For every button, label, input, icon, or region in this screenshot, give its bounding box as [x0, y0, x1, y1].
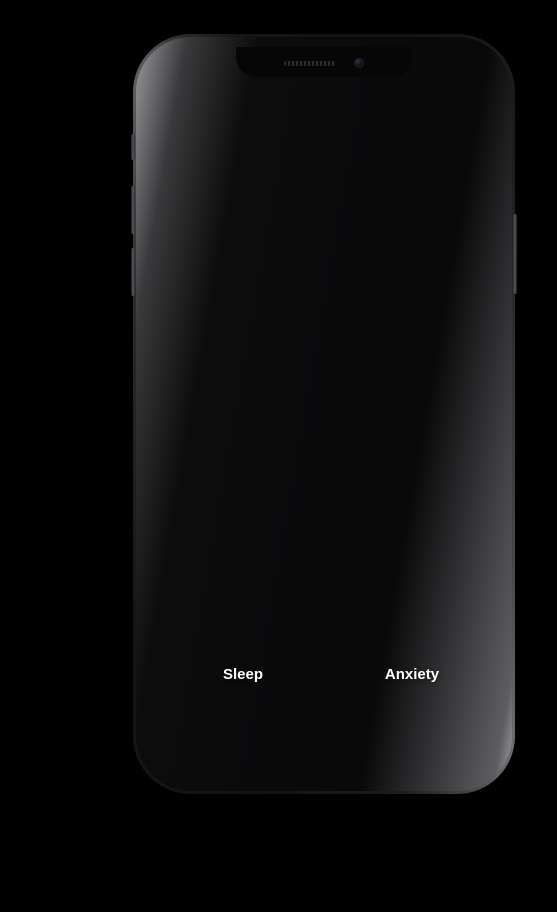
graduation-cap-icon [273, 256, 295, 276]
phone-screen: Good Morning Meditation Life Coaching St… [146, 47, 502, 781]
preview-badge[interactable]: i Preview [392, 377, 450, 390]
today-card-dream-sleep[interactable]: i Preview Story Dream Sleep with Yoga Ni… [164, 365, 464, 562]
greeting-text: Good Morning [269, 203, 379, 222]
app-root: Good Morning Meditation Life Coaching St… [146, 47, 502, 781]
gradient-ring-logo-icon [271, 99, 377, 205]
screen-bottom-fade [146, 771, 502, 781]
section-title-today: Today [164, 339, 198, 353]
preview-label: Preview [410, 377, 450, 390]
screenshot-stage: Good Morning Meditation Life Coaching St… [0, 0, 557, 912]
front-camera-icon [354, 58, 364, 68]
power-button[interactable] [513, 214, 517, 294]
topic-label: Anxiety [384, 666, 440, 683]
category-label: Stories [352, 282, 382, 294]
author-role: Sleep Expert & Psychologist [219, 533, 358, 546]
topic-card-sleep[interactable]: Sleep [164, 630, 322, 719]
topic-label: Sleep [222, 666, 264, 683]
phone-bezel: Good Morning Meditation Life Coaching St… [141, 42, 507, 786]
volume-down-button[interactable] [131, 248, 135, 296]
info-circle-icon: i [392, 377, 406, 390]
open-book-icon [356, 256, 378, 276]
logo-ring [287, 115, 361, 189]
mute-switch-button[interactable] [131, 134, 135, 160]
category-label: Meditation [178, 282, 224, 294]
card-kicker: Story [179, 401, 449, 416]
avatar [180, 517, 210, 547]
section-title-your-topics: Your Topics [164, 606, 230, 620]
today-carousel[interactable]: i Preview Story Dream Sleep with Yoga Ni… [164, 365, 502, 562]
section-title-sleep-meditations: Sleep Meditations [164, 753, 266, 767]
topic-card-anxiety[interactable]: Anxiety [333, 630, 491, 719]
phone-device: Good Morning Meditation Life Coaching St… [131, 34, 517, 794]
card-title-line2: Yoga Nidra [261, 445, 367, 468]
speaker-grille-icon [284, 60, 336, 66]
author-name: Lauren Ziegler [219, 517, 302, 532]
category-chip-hypnosis[interactable]: Hypnosis [412, 243, 488, 306]
card-duration: 3 or 7 min [288, 477, 340, 490]
volume-up-button[interactable] [131, 186, 135, 234]
card-title-line1: Dream Sleep with [230, 422, 398, 444]
carousel-page-dots[interactable] [146, 577, 502, 583]
category-chip-row: Meditation Life Coaching Stories Hypnosi… [163, 243, 502, 306]
card-artwork-peek [474, 365, 502, 562]
category-chip-stories[interactable]: Stories [329, 243, 405, 306]
page-dot[interactable] [340, 577, 346, 583]
card-kicker-label: Story [309, 402, 337, 415]
category-chip-meditation[interactable]: Meditation [163, 243, 239, 306]
card-author: Lauren Ziegler Sleep Expert & Psychologi… [180, 517, 448, 547]
open-book-icon [292, 401, 305, 416]
card-title: Dream Sleep with Yoga Nidra [179, 422, 449, 468]
phone-notch [236, 47, 412, 77]
overlapping-circles-icon [439, 256, 461, 276]
card-divider [180, 507, 448, 508]
category-chip-life-coaching[interactable]: Life Coaching [246, 243, 322, 306]
category-label: Life Coaching [254, 282, 314, 294]
topics-row: Sleep Anxiety [164, 630, 502, 719]
today-card-next-peek[interactable] [474, 365, 502, 562]
app-content: Good Morning Meditation Life Coaching St… [146, 47, 502, 781]
circle-icon [191, 256, 211, 276]
category-label: Hypnosis [430, 282, 470, 294]
page-dot-active[interactable] [302, 577, 308, 583]
page-dot[interactable] [321, 577, 327, 583]
